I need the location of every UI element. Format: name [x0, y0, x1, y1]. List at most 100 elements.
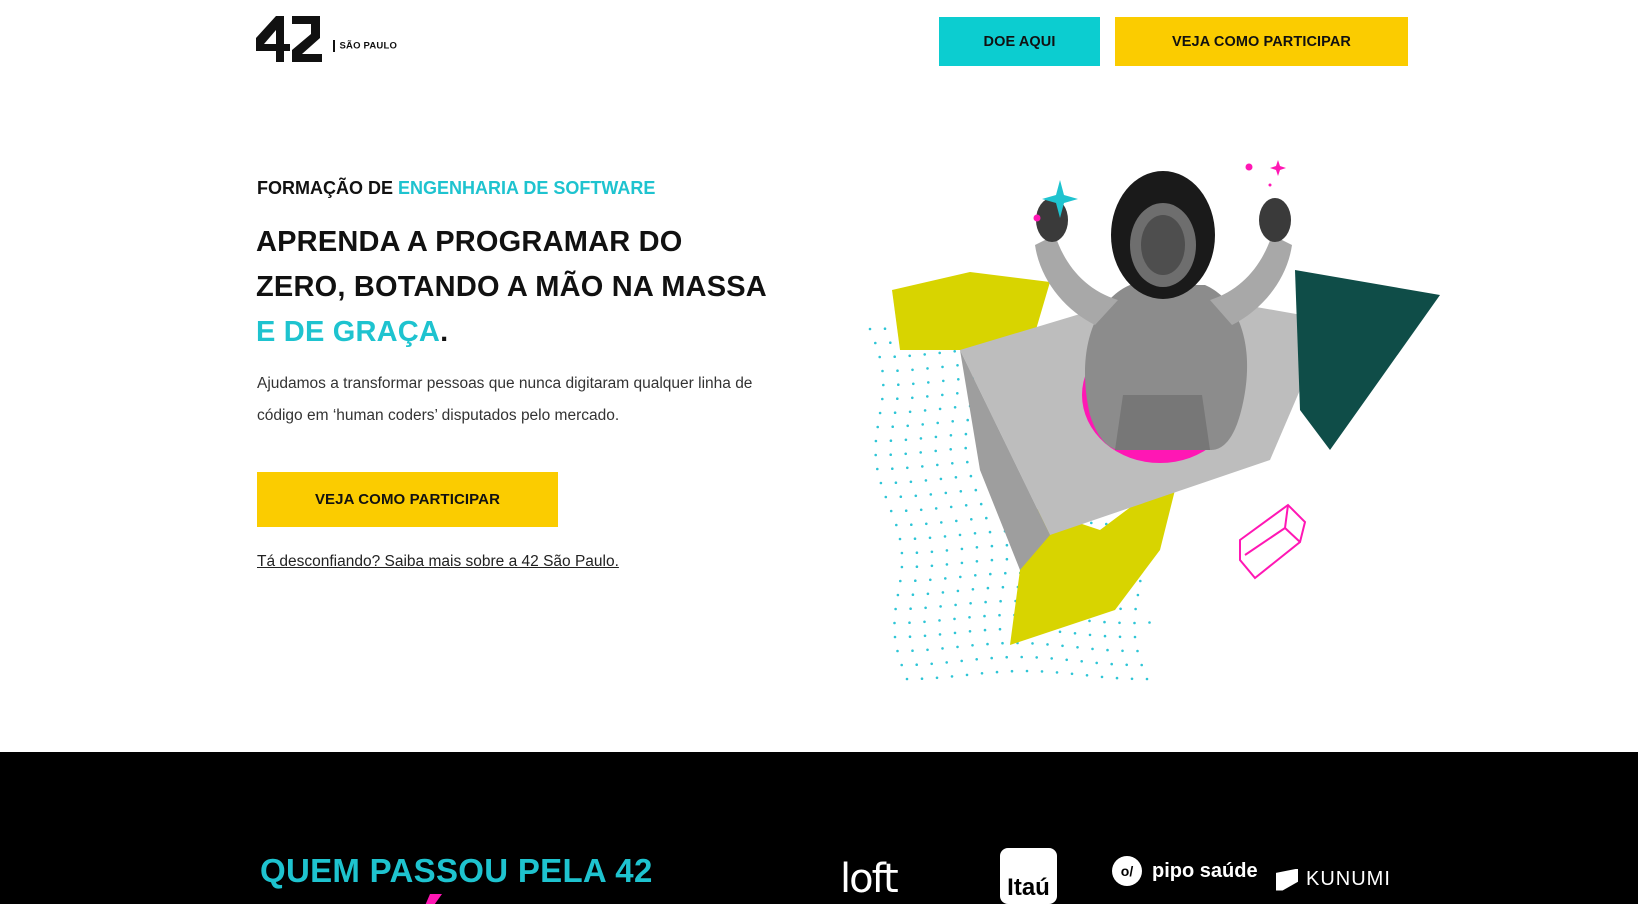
- decor-dot: [968, 616, 971, 619]
- decor-dot: [904, 509, 908, 512]
- decor-dot: [882, 383, 885, 387]
- decor-dot: [938, 619, 941, 622]
- decor-dot: [1076, 646, 1079, 649]
- decor-dot: [934, 435, 938, 439]
- decor-dot: [957, 378, 960, 381]
- decor-dot: [942, 379, 945, 383]
- decor-dot: [1095, 661, 1098, 665]
- decor-dot: [1005, 557, 1009, 561]
- decor-dot: [899, 579, 902, 583]
- decor-dot: [1091, 647, 1094, 651]
- decor-dot: [876, 425, 879, 429]
- decor-dot: [923, 620, 926, 624]
- decor-dot: [975, 546, 979, 549]
- decor-dot: [986, 586, 990, 590]
- decor-dot: [914, 579, 917, 582]
- kicker-prefix: FORMAÇÃO DE: [257, 178, 393, 198]
- decor-dot: [1103, 620, 1106, 624]
- decor-dot: [878, 355, 881, 359]
- decor-dot: [941, 647, 944, 650]
- decor-dot: [930, 550, 934, 554]
- decor-dot: [897, 383, 900, 386]
- decor-dot: [1139, 579, 1142, 583]
- decor-dot: [1110, 662, 1113, 666]
- kunumi-logo-icon: [1276, 868, 1298, 891]
- decor-dot: [988, 530, 992, 534]
- hero-illustration: [860, 150, 1450, 710]
- decor-dot: [1046, 643, 1049, 646]
- decor-dot: [934, 507, 938, 510]
- decor-dot: [893, 635, 897, 639]
- decor-dot: [929, 493, 933, 496]
- site-header: SÃO PAULO DOE AQUI VEJA COMO PARTICIPAR: [0, 0, 1638, 80]
- decor-dot: [953, 406, 957, 409]
- decor-dot: [906, 466, 909, 470]
- decor-dot: [959, 575, 962, 579]
- decor-dot: [953, 350, 956, 353]
- decor-dot: [1136, 593, 1140, 597]
- decor-dot: [960, 659, 963, 663]
- hero-kicker: FORMAÇÃO DE ENGENHARIA DE SOFTWARE: [257, 178, 655, 199]
- decor-dot: [912, 382, 915, 386]
- logo-42-sao-paulo[interactable]: SÃO PAULO: [256, 16, 397, 62]
- decor-dot: [938, 351, 941, 355]
- decor-dot: [908, 635, 912, 638]
- decor-dot: [934, 449, 937, 453]
- decor-dot: [1148, 621, 1151, 624]
- decor-dot: [896, 649, 899, 653]
- decor-dot: [893, 621, 896, 625]
- decor-dot: [979, 502, 983, 506]
- decor-dot: [1125, 663, 1128, 667]
- decor-dot: [879, 481, 883, 485]
- decor-dot: [920, 677, 924, 680]
- decor-dot: [919, 437, 923, 440]
- prism-icon: [1239, 503, 1307, 580]
- decor-dot: [985, 516, 988, 520]
- decor-dot: [954, 476, 958, 479]
- decor-dot: [998, 627, 1002, 631]
- decor-dot: [899, 495, 903, 499]
- about-link[interactable]: Tá desconfiando? Saiba mais sobre a 42 S…: [257, 553, 619, 571]
- decor-dot: [950, 675, 954, 678]
- partner-kunumi: KUNUMI: [1276, 868, 1391, 891]
- decor-dot: [878, 411, 882, 415]
- decor-dot: [1136, 649, 1139, 653]
- decor-dot: [965, 673, 969, 677]
- decor-dot: [936, 421, 939, 425]
- decor-dot: [953, 617, 956, 621]
- decor-dot: [1130, 677, 1134, 681]
- participate-button-header[interactable]: VEJA COMO PARTICIPAR: [1115, 17, 1408, 66]
- partner-pipo-saude: o/ pipo saúde: [1112, 856, 1258, 886]
- decor-dot: [1115, 676, 1119, 680]
- decor-dot: [938, 407, 942, 411]
- decor-dot: [921, 423, 924, 426]
- decor-dot: [904, 438, 908, 442]
- decor-dot: [939, 477, 943, 481]
- decor-dot: [990, 656, 993, 660]
- decor-dot: [951, 420, 954, 423]
- decor-dot: [1031, 642, 1034, 645]
- decor-dot: [1118, 621, 1121, 625]
- decor-dot: [974, 488, 978, 492]
- decor-dot: [874, 341, 877, 345]
- decor-dot: [891, 467, 894, 471]
- title-end: .: [440, 316, 449, 348]
- pipo-saude-logo-icon: o/: [1112, 856, 1142, 886]
- decor-dot: [956, 392, 959, 395]
- decor-dot: [1103, 634, 1107, 638]
- decor-dot: [924, 606, 927, 610]
- partner-pipo-label: pipo saúde: [1152, 859, 1258, 882]
- decor-dot: [930, 564, 934, 568]
- decor-dot: [973, 532, 977, 535]
- decor-dot: [911, 396, 914, 400]
- decor-dot: [1119, 607, 1122, 611]
- logo-subtitle: SÃO PAULO: [333, 40, 397, 52]
- decor-dot: [923, 634, 927, 638]
- donate-button[interactable]: DOE AQUI: [939, 17, 1100, 66]
- decor-dot: [898, 537, 902, 541]
- decor-dot: [874, 453, 877, 457]
- decor-dot: [1035, 656, 1038, 659]
- decor-dot: [1004, 571, 1007, 575]
- participate-button-hero[interactable]: VEJA COMO PARTICIPAR: [257, 472, 558, 527]
- decor-dot: [936, 463, 939, 467]
